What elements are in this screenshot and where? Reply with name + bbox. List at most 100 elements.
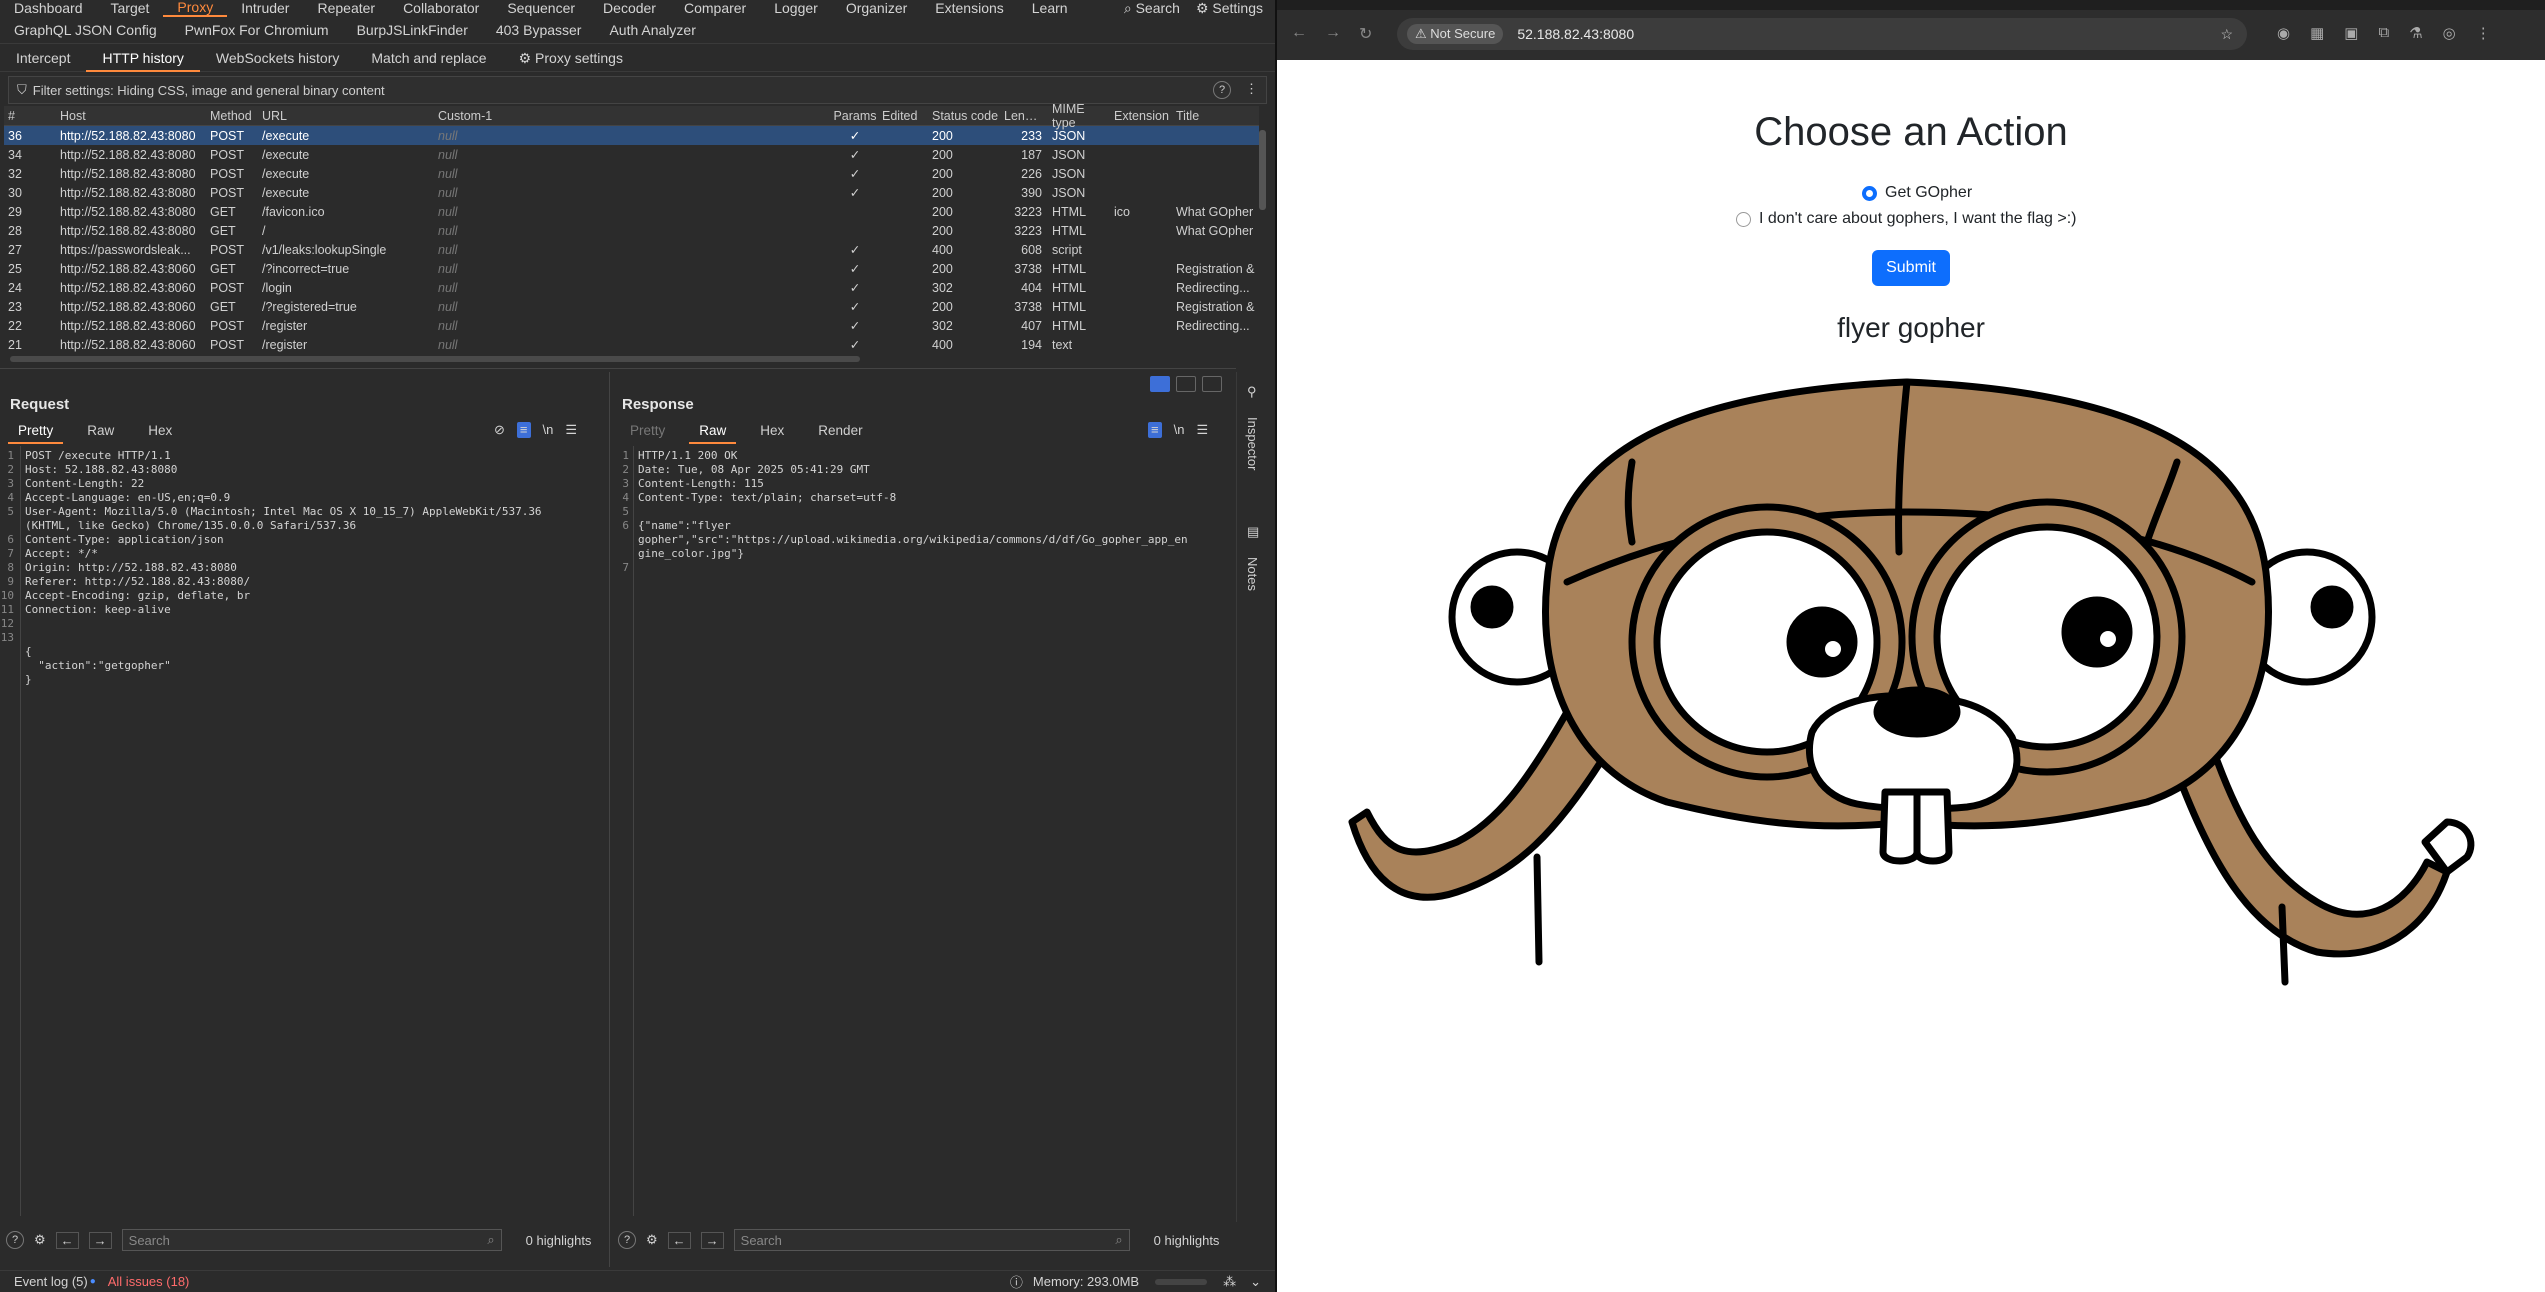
not-secure-badge[interactable]: ⚠ Not Secure xyxy=(1407,24,1504,44)
layout-toggle[interactable] xyxy=(1150,376,1222,392)
proxy-tab[interactable]: Match and replace xyxy=(355,44,502,72)
forward-icon[interactable]: → xyxy=(1325,24,1341,42)
column-header[interactable]: Title xyxy=(1172,109,1262,123)
request-editor[interactable]: POST /execute HTTP/1.1 Host: 52.188.82.43… xyxy=(25,449,542,687)
nav-decoder[interactable]: Decoder xyxy=(589,0,670,16)
help-icon[interactable]: ? xyxy=(6,1231,24,1249)
forward-arrow-icon[interactable]: → xyxy=(88,1231,112,1249)
column-header[interactable]: Host xyxy=(56,109,206,123)
settings-button[interactable]: ⚙ Settings xyxy=(1196,0,1263,17)
nav-collaborator[interactable]: Collaborator xyxy=(389,0,493,16)
column-header[interactable]: Params xyxy=(828,109,878,123)
notes-icon[interactable]: ▤ xyxy=(1247,524,1259,540)
nav-intruder[interactable]: Intruder xyxy=(227,0,303,16)
table-vertical-scrollbar[interactable] xyxy=(1259,130,1266,210)
column-header[interactable]: URL xyxy=(258,109,434,123)
nav-repeater[interactable]: Repeater xyxy=(303,0,389,16)
nav-learn[interactable]: Learn xyxy=(1018,0,1082,16)
ext-tab[interactable]: GraphQL JSON Config xyxy=(0,22,171,38)
reload-icon[interactable]: ↻ xyxy=(1359,24,1372,44)
tab-raw[interactable]: Raw xyxy=(689,420,737,444)
column-header[interactable]: Extension xyxy=(1110,109,1172,123)
tabs-view-icon[interactable] xyxy=(1202,376,1222,392)
collaborator-icon[interactable]: ⁂ xyxy=(1223,1274,1236,1290)
ext-tab[interactable]: PwnFox For Chromium xyxy=(171,22,343,38)
menu-icon[interactable]: ⋮ xyxy=(2476,24,2491,42)
nav-extensions[interactable]: Extensions xyxy=(921,0,1017,16)
address-bar[interactable]: ⚠ Not Secure 52.188.82.43:8080 ☆ xyxy=(1397,18,2247,50)
puzzle-icon[interactable]: ⧉ xyxy=(2378,24,2389,42)
wrap-icon[interactable]: ≡ xyxy=(516,422,531,438)
tab-hex[interactable]: Hex xyxy=(750,420,794,444)
splitter[interactable] xyxy=(0,368,1236,369)
proxy-settings-button[interactable]: ⚙ Proxy settings xyxy=(503,44,639,72)
nav-comparer[interactable]: Comparer xyxy=(670,0,760,16)
wrap-icon[interactable]: ≡ xyxy=(1148,422,1162,438)
table-row[interactable]: 32 http://52.188.82.43:8080 POST/execute nu… xyxy=(4,164,1259,183)
hide-eye-icon[interactable]: ⊘ xyxy=(494,422,505,438)
profile-icon[interactable]: ◎ xyxy=(2443,24,2456,42)
table-row[interactable]: 36 http://52.188.82.43:8080 POST/execute nu… xyxy=(4,126,1259,145)
table-horizontal-scrollbar[interactable] xyxy=(10,356,860,362)
tab-raw[interactable]: Raw xyxy=(77,420,124,444)
back-icon[interactable]: ← xyxy=(1291,24,1307,42)
event-log-link[interactable]: Event log (5) xyxy=(14,1274,88,1289)
filter-bar[interactable]: ⛉ Filter settings: Hiding CSS, image and… xyxy=(8,76,1267,104)
option-want-flag[interactable]: I don't care about gophers, I want the f… xyxy=(1736,210,2076,228)
column-header[interactable]: # xyxy=(4,109,56,123)
tab-render[interactable]: Render xyxy=(808,420,872,444)
column-header[interactable]: Edited xyxy=(878,109,928,123)
radio-unselected[interactable] xyxy=(1736,211,1751,227)
newline-toggle[interactable]: \n xyxy=(1174,422,1185,438)
nav-dashboard[interactable]: Dashboard xyxy=(0,0,97,16)
forward-arrow-icon[interactable]: → xyxy=(700,1231,724,1249)
request-search-input[interactable]: Search ⌕ xyxy=(121,1229,502,1251)
table-row[interactable]: 22 http://52.188.82.43:8060 POST/register n… xyxy=(4,316,1259,335)
response-editor[interactable]: HTTP/1.1 200 OK Date: Tue, 08 Apr 2025 05… xyxy=(638,449,1188,575)
ext-tab[interactable]: Auth Analyzer xyxy=(595,22,709,38)
back-arrow-icon[interactable]: ← xyxy=(55,1231,79,1249)
nav-organizer[interactable]: Organizer xyxy=(832,0,921,16)
extension-icon[interactable]: ◉ xyxy=(2277,24,2290,42)
column-header[interactable]: Status code xyxy=(928,109,1000,123)
horizontal-view-icon[interactable] xyxy=(1176,376,1196,392)
tab-pretty[interactable]: Pretty xyxy=(8,420,64,444)
proxy-tab[interactable]: HTTP history xyxy=(86,44,200,72)
option-get-gopher[interactable]: Get GOpher xyxy=(1862,184,1972,202)
flag-extension-icon[interactable]: ▦ xyxy=(2310,24,2324,42)
menu-icon[interactable]: ☰ xyxy=(1196,422,1208,438)
menu-icon[interactable]: ☰ xyxy=(565,422,577,438)
response-search-input[interactable]: Search ⌕ xyxy=(733,1229,1130,1251)
table-row[interactable]: 23 http://52.188.82.43:8060 GET /?registere… xyxy=(4,297,1259,316)
column-header[interactable]: Method xyxy=(206,109,258,123)
ext-tab[interactable]: BurpJSLinkFinder xyxy=(343,22,482,38)
proxy-tab[interactable]: WebSockets history xyxy=(200,44,355,72)
chevron-down-icon[interactable]: ⌄ xyxy=(1250,1274,1261,1290)
all-issues-link[interactable]: All issues (18) xyxy=(108,1274,190,1289)
submit-button[interactable]: Submit xyxy=(1872,250,1950,286)
table-row[interactable]: 21 http://52.188.82.43:8060 POST/register n… xyxy=(4,335,1259,354)
extension-icon[interactable]: ▣ xyxy=(2344,24,2358,42)
search-button[interactable]: ⌕ Search xyxy=(1124,0,1180,17)
table-row[interactable]: 25 http://52.188.82.43:8060 GET /?incorrect… xyxy=(4,259,1259,278)
inspector-icon[interactable]: ⚲ xyxy=(1247,384,1257,400)
table-row[interactable]: 27 https://passwordsleak... POST/v1/leaks:… xyxy=(4,240,1259,259)
split-view-icon[interactable] xyxy=(1150,376,1170,392)
gear-icon[interactable]: ⚙ xyxy=(646,1232,658,1248)
table-row[interactable]: 30 http://52.188.82.43:8080 POST/execute nu… xyxy=(4,183,1259,202)
back-arrow-icon[interactable]: ← xyxy=(667,1231,691,1249)
column-header[interactable]: Custom-1 xyxy=(434,109,828,123)
radio-selected[interactable] xyxy=(1862,185,1877,201)
help-icon[interactable]: ? xyxy=(1213,81,1231,99)
lab-icon[interactable]: ⚗ xyxy=(2409,24,2422,42)
proxy-tab[interactable]: Intercept xyxy=(0,44,86,72)
column-header[interactable]: Length xyxy=(1000,109,1048,123)
newline-toggle[interactable]: \n xyxy=(543,422,554,438)
table-row[interactable]: 28 http://52.188.82.43:8080 GET / null 200 322… xyxy=(4,221,1259,240)
nav-sequencer[interactable]: Sequencer xyxy=(493,0,589,16)
inspector-tab[interactable]: Inspector xyxy=(1245,417,1260,470)
column-header[interactable]: MIME type xyxy=(1048,102,1110,130)
table-row[interactable]: 24 http://52.188.82.43:8060 POST/login null… xyxy=(4,278,1259,297)
help-icon[interactable]: ? xyxy=(618,1231,636,1249)
nav-proxy[interactable]: Proxy xyxy=(163,0,228,17)
